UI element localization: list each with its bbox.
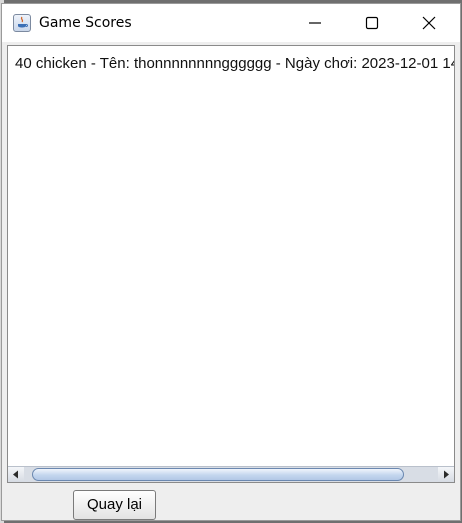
arrow-right-icon	[444, 470, 449, 479]
scroll-left-button[interactable]	[8, 467, 24, 482]
window-title: Game Scores	[39, 15, 132, 31]
scores-scroll-pane[interactable]: 40 chicken - Tên: thonnnnnnnngggggg - Ng…	[7, 45, 455, 483]
game-scores-window: Game Scores 40 chicken - Tên: thonnnnnnn…	[1, 3, 461, 521]
java-cup-icon[interactable]	[13, 14, 31, 32]
close-button[interactable]	[406, 4, 452, 42]
minimize-button[interactable]	[292, 4, 338, 42]
scores-list[interactable]: 40 chicken - Tên: thonnnnnnnngggggg - Ng…	[8, 46, 454, 466]
scroll-thumb[interactable]	[32, 468, 404, 481]
scroll-right-button[interactable]	[438, 467, 454, 482]
close-icon	[422, 16, 436, 30]
back-button[interactable]: Quay lại	[73, 490, 156, 520]
minimize-icon	[309, 22, 321, 24]
title-bar[interactable]: Game Scores	[2, 4, 460, 42]
horizontal-scrollbar[interactable]	[8, 466, 454, 482]
maximize-button[interactable]	[349, 4, 395, 42]
maximize-icon	[365, 16, 379, 30]
footer-panel: Quay lại	[2, 486, 460, 520]
list-item[interactable]: 40 chicken - Tên: thonnnnnnnngggggg - Ng…	[15, 55, 454, 72]
arrow-left-icon	[13, 470, 18, 479]
